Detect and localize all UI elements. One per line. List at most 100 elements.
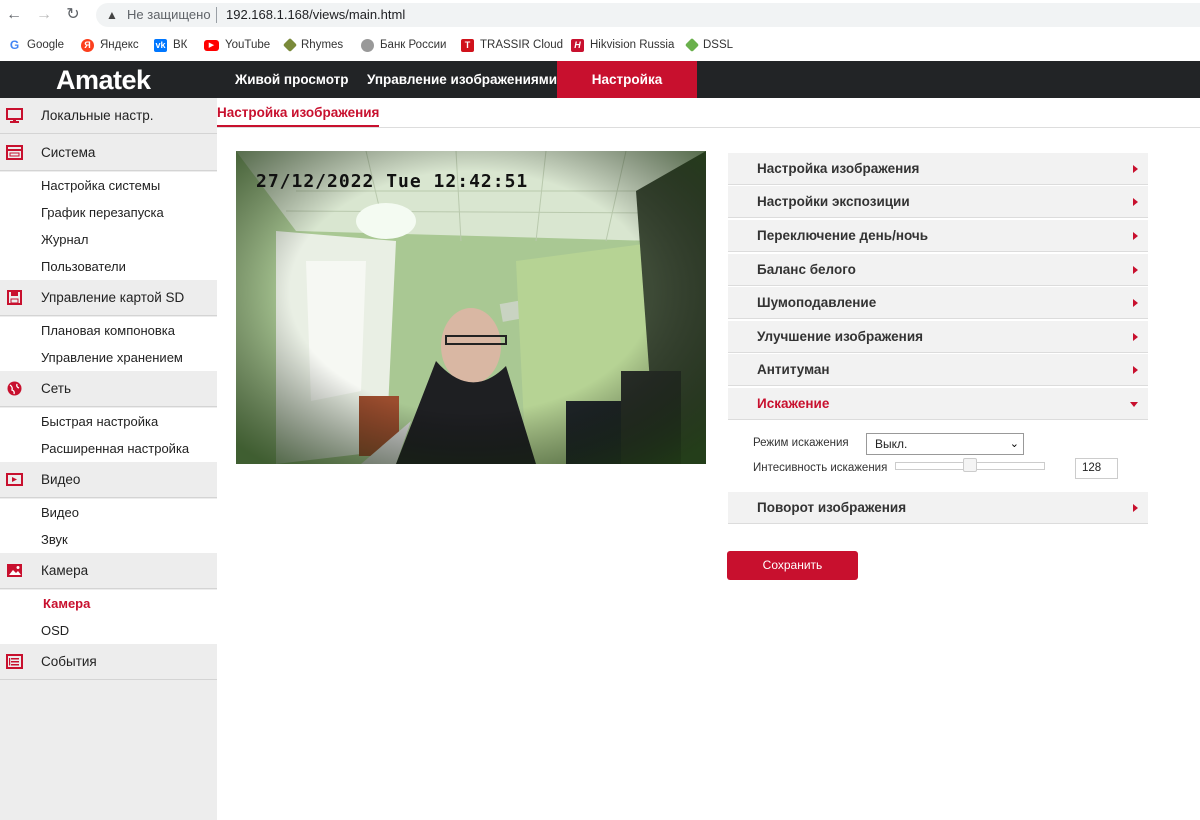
sidebar-item-reboot-schedule[interactable]: График перезапуска	[0, 199, 217, 226]
tab-bar: Настройка изображения	[217, 98, 1200, 128]
section-noise-reduction[interactable]: Шумоподавление	[728, 287, 1148, 319]
section-distortion[interactable]: Искажение	[728, 388, 1148, 420]
sidebar-item-label: Управление хранением	[41, 350, 183, 365]
nav-live-view[interactable]: Живой просмотр	[235, 61, 348, 98]
bookmark-label: DSSL	[703, 39, 734, 51]
google-icon: G	[8, 37, 21, 52]
eagle-icon	[361, 38, 374, 52]
browser-toolbar: ← → ↻ ▲ Не защищено 192.168.1.168/views/…	[0, 0, 1200, 30]
caret-right-icon	[1133, 366, 1138, 374]
yandex-icon: Я	[81, 38, 94, 52]
section-exposure[interactable]: Настройки экспозиции	[728, 186, 1148, 218]
caret-right-icon	[1133, 165, 1138, 173]
warning-icon[interactable]: ▲	[106, 7, 120, 22]
sidebar-item-storage[interactable]: Управление хранением	[0, 344, 217, 371]
bookmark-youtube[interactable]: ▶ YouTube	[204, 36, 270, 54]
bookmark-google[interactable]: G Google	[8, 36, 64, 54]
sidebar-label: Управление картой SD	[41, 290, 185, 305]
sidebar-item-label: Плановая компоновка	[41, 323, 175, 338]
bookmark-trassir[interactable]: T TRASSIR Cloud	[461, 36, 563, 54]
amatek-logo: Amatek	[56, 65, 151, 95]
section-label: Шумоподавление	[757, 295, 877, 310]
bookmark-label: Банк России	[380, 39, 447, 51]
distortion-mode-select[interactable]: Выкл. ⌄	[866, 433, 1024, 455]
sidebar-item-planned-layout[interactable]: Плановая компоновка	[0, 317, 217, 344]
section-label: Настройки экспозиции	[757, 194, 910, 209]
select-value: Выкл.	[875, 437, 908, 451]
nav-image-management[interactable]: Управление изображениями	[367, 61, 557, 98]
sidebar-item-camera[interactable]: Камера	[0, 590, 217, 617]
nav-settings[interactable]: Настройка	[557, 61, 697, 98]
sidebar-item-label: Пользователи	[41, 259, 126, 274]
bookmark-rhymes[interactable]: Rhymes	[282, 36, 344, 54]
tab-image-settings[interactable]: Настройка изображения	[217, 105, 380, 127]
bookmark-cbr[interactable]: Банк России	[361, 36, 446, 54]
sidebar-item-advanced-setup[interactable]: Расширенная настройка	[0, 435, 217, 462]
sidebar-item-label: График перезапуска	[41, 205, 164, 220]
bookmark-label: Rhymes	[301, 39, 344, 51]
caret-right-icon	[1133, 198, 1138, 206]
caret-right-icon	[1133, 299, 1138, 307]
window-icon	[6, 145, 23, 160]
section-label: Настройка изображения	[757, 161, 920, 176]
caret-right-icon	[1133, 232, 1138, 240]
sidebar-group-network[interactable]: Сеть	[0, 371, 217, 407]
bookmark-yandex[interactable]: Я Яндекс	[81, 36, 139, 54]
sidebar-item-label: Видео	[41, 505, 79, 520]
sidebar-item-label: Журнал	[41, 232, 89, 247]
bookmark-dssl[interactable]: DSSL	[684, 36, 734, 54]
section-image-rotation[interactable]: Поворот изображения	[728, 492, 1148, 524]
distortion-intensity-input[interactable]: 128	[1075, 458, 1118, 479]
globe-icon	[7, 381, 22, 396]
caret-right-icon	[1133, 504, 1138, 512]
sidebar-item-system-settings[interactable]: Настройка системы	[0, 172, 217, 199]
sidebar-item-users[interactable]: Пользователи	[0, 253, 217, 280]
sidebar-group-camera[interactable]: Камера	[0, 553, 217, 589]
live-video-preview[interactable]: 27/12/2022 Tue 12:42:51	[236, 151, 706, 464]
sidebar-item-video[interactable]: Видео	[0, 499, 217, 526]
section-image-enhancement[interactable]: Улучшение изображения	[728, 321, 1148, 353]
omnibox-separator	[216, 7, 217, 23]
sidebar-group-events[interactable]: События	[0, 644, 217, 680]
sidebar-group-local[interactable]: Локальные настр.	[0, 98, 217, 134]
sidebar-item-label: Звук	[41, 532, 68, 547]
section-day-night[interactable]: Переключение день/ночь	[728, 220, 1148, 252]
bookmark-label: YouTube	[225, 39, 271, 51]
video-icon	[6, 473, 23, 486]
slider-handle[interactable]	[963, 458, 977, 472]
section-label: Переключение день/ночь	[757, 228, 929, 243]
forward-icon[interactable]: →	[34, 5, 54, 25]
caret-right-icon	[1133, 333, 1138, 341]
address-bar[interactable]: ▲ Не защищено 192.168.1.168/views/main.h…	[96, 3, 1200, 27]
chevron-down-icon: ⌄	[1009, 438, 1019, 450]
insecure-label[interactable]: Не защищено	[127, 7, 211, 22]
bookmark-vk[interactable]: vk ВК	[154, 36, 187, 54]
sidebar-item-quick-setup[interactable]: Быстрая настройка	[0, 408, 217, 435]
caret-down-icon	[1130, 402, 1138, 407]
section-label: Улучшение изображения	[757, 329, 924, 344]
reload-icon[interactable]: ↻	[63, 5, 83, 25]
bookmark-hikvision[interactable]: H Hikvision Russia	[571, 36, 674, 54]
sidebar-item-osd[interactable]: OSD	[0, 617, 217, 644]
url-text[interactable]: 192.168.1.168/views/main.html	[226, 7, 405, 22]
back-icon[interactable]: ←	[4, 5, 24, 25]
save-button[interactable]: Сохранить	[727, 551, 858, 580]
section-defog[interactable]: Антитуман	[728, 354, 1148, 386]
sidebar-group-sd[interactable]: Управление картой SD	[0, 280, 217, 316]
sidebar-label: Видео	[41, 472, 81, 487]
section-white-balance[interactable]: Баланс белого	[728, 254, 1148, 286]
camera-frame-image	[236, 151, 706, 464]
vk-icon: vk	[154, 38, 167, 52]
app-header: Amatek Живой просмотр Управление изображ…	[0, 61, 1200, 98]
sidebar-item-log[interactable]: Журнал	[0, 226, 217, 253]
sidebar-group-video[interactable]: Видео	[0, 462, 217, 498]
hikvision-icon: H	[571, 38, 584, 52]
bookmark-label: Hikvision Russia	[590, 39, 675, 51]
youtube-icon: ▶	[204, 39, 219, 51]
sidebar-item-audio[interactable]: Звук	[0, 526, 217, 553]
sidebar-item-label: OSD	[41, 623, 70, 638]
bookmark-label: Яндекс	[100, 39, 139, 51]
section-image-settings[interactable]: Настройка изображения	[728, 153, 1148, 185]
sidebar-group-system[interactable]: Система	[0, 135, 217, 171]
image-icon	[7, 564, 22, 577]
